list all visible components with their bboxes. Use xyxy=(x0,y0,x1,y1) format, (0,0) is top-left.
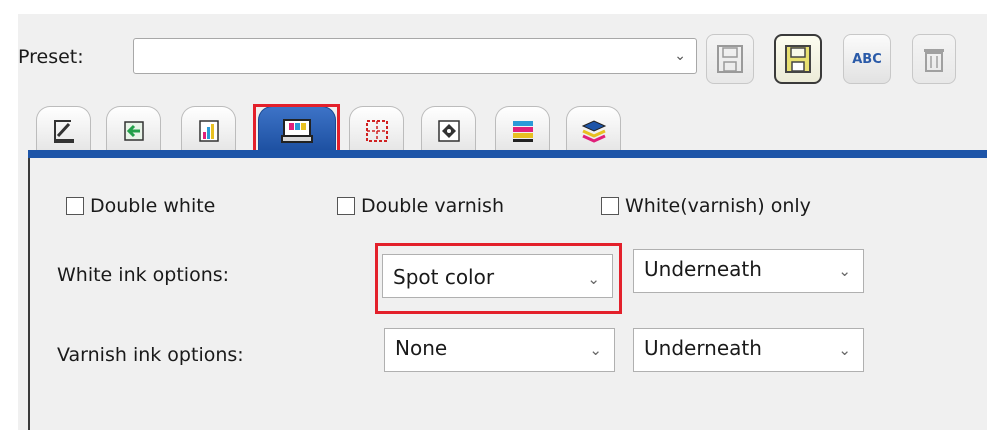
white-ink-position-select[interactable]: Underneath ⌄ xyxy=(633,249,864,293)
floppy-disk-active-icon xyxy=(785,45,811,73)
white-only-checkbox[interactable]: White(varnish) only xyxy=(601,195,811,217)
floppy-disk-icon xyxy=(717,45,743,73)
varnish-ink-mode-value: None xyxy=(395,336,448,360)
checkbox-box[interactable] xyxy=(601,197,619,215)
double-white-label: Double white xyxy=(90,195,216,217)
white-ink-position-value: Underneath xyxy=(644,257,762,281)
spot-color-highlight-annotation xyxy=(375,243,622,314)
tab-import[interactable] xyxy=(106,106,161,154)
double-varnish-label: Double varnish xyxy=(361,195,504,217)
rename-abc-icon: ABC xyxy=(852,51,882,67)
tab-grid-marks[interactable] xyxy=(349,106,404,154)
white-only-label: White(varnish) only xyxy=(625,195,811,217)
chevron-down-icon: ⌄ xyxy=(674,48,686,64)
color-profile-icon xyxy=(198,119,219,142)
chevron-down-icon: ⌄ xyxy=(589,341,602,359)
tab-layers[interactable] xyxy=(566,106,621,154)
preset-label: Preset: xyxy=(18,46,84,68)
rename-preset-button[interactable]: ABC xyxy=(843,34,891,84)
tab-print-output[interactable] xyxy=(36,106,91,154)
chevron-down-icon: ⌄ xyxy=(838,262,851,280)
tab-strip-bar xyxy=(28,150,987,158)
varnish-ink-position-select[interactable]: Underneath ⌄ xyxy=(633,328,864,372)
double-varnish-checkbox[interactable]: Double varnish xyxy=(337,195,504,217)
checkbox-box[interactable] xyxy=(337,197,355,215)
varnish-ink-options-label: Varnish ink options: xyxy=(57,344,244,366)
save-as-preset-button[interactable] xyxy=(774,34,822,84)
preset-dropdown[interactable]: ⌄ xyxy=(133,38,697,74)
white-ink-options-label: White ink options: xyxy=(57,264,230,286)
trash-icon xyxy=(924,49,944,72)
varnish-ink-position-value: Underneath xyxy=(644,336,762,360)
print-output-icon xyxy=(53,119,74,143)
save-preset-button[interactable] xyxy=(706,34,754,84)
delete-preset-button[interactable] xyxy=(912,34,956,84)
color-bars-icon xyxy=(512,120,533,142)
tab-color-bars[interactable] xyxy=(495,106,550,154)
tab-color-profile[interactable] xyxy=(181,106,236,154)
checkbox-box[interactable] xyxy=(66,197,84,215)
grid-marks-icon xyxy=(365,119,388,142)
layers-stack-icon xyxy=(581,119,606,143)
tab-registration[interactable] xyxy=(421,106,476,154)
double-white-checkbox[interactable]: Double white xyxy=(66,195,215,217)
varnish-ink-mode-select[interactable]: None ⌄ xyxy=(384,328,615,372)
chevron-down-icon: ⌄ xyxy=(838,341,851,359)
arrow-import-icon xyxy=(123,120,144,141)
crosshair-target-icon xyxy=(437,119,460,142)
